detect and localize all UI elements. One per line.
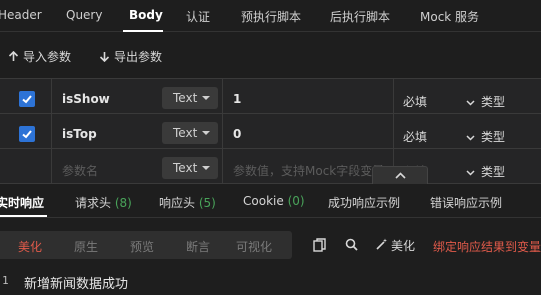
tab-mock-service[interactable]: Mock 服务: [420, 8, 479, 25]
tab-cookie[interactable]: Cookie (0): [243, 194, 305, 208]
chevron-down-icon: [466, 130, 475, 144]
params-table: isShow Text 1 必填 类型 isTop Text 0 必填 类型 参…: [0, 78, 541, 184]
tab-query[interactable]: Query: [66, 8, 102, 22]
param-value-input[interactable]: 0: [233, 127, 241, 141]
import-params-button[interactable]: 导入参数: [8, 48, 71, 65]
active-response-tab-underline: [0, 215, 47, 217]
param-data-type-label: 类型: [481, 95, 506, 109]
param-enabled-checkbox[interactable]: [19, 91, 35, 107]
response-view-bar: 美化 原生 预览 断言 可视化 美化 绑定响应结果到变量: [0, 229, 541, 261]
new-param-data-type-select[interactable]: 类型: [466, 163, 505, 180]
tab-error-example[interactable]: 错误响应示例: [430, 194, 502, 211]
active-tab-underline: [123, 30, 163, 32]
tab-request-headers[interactable]: 请求头 (8): [75, 194, 132, 211]
tab-success-example[interactable]: 成功响应示例: [328, 194, 400, 211]
beautify-button[interactable]: 美化: [376, 237, 415, 254]
new-param-value-input[interactable]: 参数值，支持Mock字段变量: [233, 162, 384, 179]
new-param-data-type-label: 类型: [481, 165, 506, 179]
line-number: 1: [2, 274, 9, 287]
view-mode-segment: 美化 原生 预览 断言 可视化: [0, 231, 292, 259]
caret-down-icon: [202, 131, 210, 135]
tab-auth[interactable]: 认证: [186, 8, 210, 25]
new-param-type-select[interactable]: Text: [162, 157, 218, 179]
bind-response-to-variable-link[interactable]: 绑定响应结果到变量: [433, 238, 541, 255]
param-value-input[interactable]: 1: [233, 92, 241, 106]
body-tabs-bar: Header Query Body 认证 预执行脚本 后执行脚本 Mock 服务: [0, 0, 541, 32]
response-body-editor[interactable]: 1 新增新闻数据成功: [0, 266, 541, 295]
param-required-toggle[interactable]: 必填: [403, 128, 427, 145]
beautify-label: 美化: [391, 239, 416, 253]
param-name-input[interactable]: isTop: [62, 127, 97, 141]
param-type-select[interactable]: Text: [162, 87, 218, 109]
param-name-input[interactable]: isShow: [62, 92, 110, 106]
view-visualize[interactable]: 可视化: [236, 238, 272, 255]
tab-body[interactable]: Body: [129, 8, 163, 22]
param-row: isTop Text 0 必填 类型: [0, 114, 541, 149]
response-tabs-bar: 实时响应 请求头 (8) 响应头 (5) Cookie (0) 成功响应示例 错…: [0, 184, 541, 218]
param-data-type-label: 类型: [481, 130, 506, 144]
magic-wand-icon: [376, 238, 388, 253]
search-icon[interactable]: [345, 238, 358, 254]
new-param-type-label: Text: [173, 161, 198, 175]
param-enabled-checkbox[interactable]: [19, 126, 35, 142]
view-assert[interactable]: 断言: [186, 238, 210, 255]
view-raw[interactable]: 原生: [74, 238, 98, 255]
param-row: isShow Text 1 必填 类型: [0, 79, 541, 114]
param-type-label: Text: [173, 91, 198, 105]
tab-post-script[interactable]: 后执行脚本: [330, 8, 390, 25]
view-preview[interactable]: 预览: [130, 238, 154, 255]
param-data-type-select[interactable]: 类型: [466, 128, 505, 145]
export-params-label: 导出参数: [114, 50, 163, 64]
collapse-panel-button[interactable]: [372, 166, 428, 186]
caret-down-icon: [202, 166, 210, 170]
param-type-label: Text: [173, 126, 198, 140]
arrow-up-icon: [8, 51, 19, 62]
tab-pre-script[interactable]: 预执行脚本: [241, 8, 301, 25]
arrow-down-icon: [99, 51, 110, 62]
copy-icon[interactable]: [313, 238, 326, 255]
param-type-select[interactable]: Text: [162, 122, 218, 144]
param-required-toggle[interactable]: 必填: [403, 93, 427, 110]
chevron-down-icon: [466, 95, 475, 109]
response-text-line: 新增新闻数据成功: [24, 277, 129, 292]
caret-down-icon: [202, 96, 210, 100]
param-data-type-select[interactable]: 类型: [466, 93, 505, 110]
view-pretty[interactable]: 美化: [18, 238, 42, 255]
tab-header[interactable]: Header: [0, 8, 42, 22]
tab-live-response[interactable]: 实时响应: [0, 194, 44, 211]
new-param-name-input[interactable]: 参数名: [62, 162, 98, 179]
new-param-row: 参数名 Text 参数值，支持Mock字段变量 必填 类型: [0, 149, 541, 184]
params-toolbar: 导入参数 导出参数: [0, 33, 541, 78]
export-params-button[interactable]: 导出参数: [99, 48, 162, 65]
tab-response-headers[interactable]: 响应头 (5): [159, 194, 216, 211]
import-params-label: 导入参数: [23, 50, 72, 64]
chevron-down-icon: [466, 165, 475, 179]
